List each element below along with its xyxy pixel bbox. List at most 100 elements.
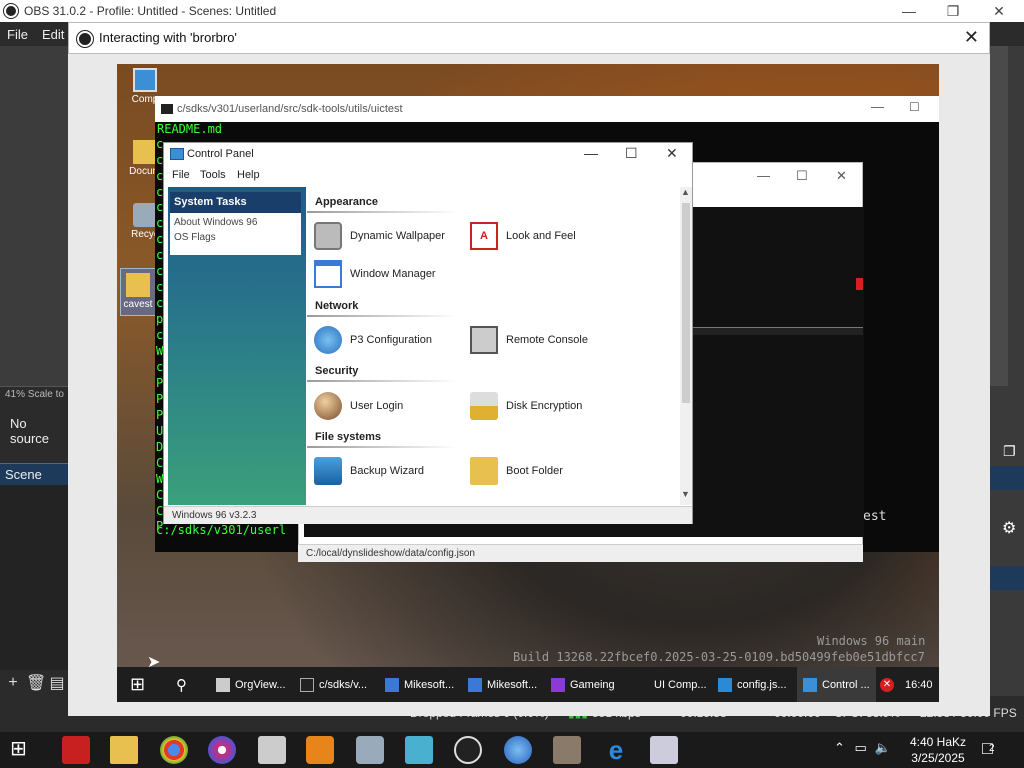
app-paint-icon[interactable] (356, 736, 384, 764)
obs-right-selected-item-2[interactable] (990, 566, 1024, 590)
window-icon (314, 260, 342, 288)
notification-icon[interactable]: □ 2 (982, 738, 995, 759)
cp-item-user-login[interactable]: User Login (314, 392, 403, 420)
scroll-down-icon[interactable]: ▼ (681, 489, 690, 499)
clock-time: 4:40 HaKz (909, 735, 967, 749)
add-icon[interactable]: + (4, 674, 22, 692)
close-icon[interactable]: ✕ (976, 0, 1022, 22)
w96-task-terminal[interactable]: c/sdks/v... (300, 667, 367, 702)
network-icon[interactable]: ▭ (855, 740, 867, 755)
terminal-titlebar[interactable]: c/sdks/v301/userland/src/sdk-tools/utils… (155, 96, 939, 122)
cp-item-boot-folder[interactable]: Boot Folder (470, 457, 563, 485)
control-panel-icon (170, 148, 184, 160)
internet-explorer-icon[interactable]: e (602, 736, 630, 764)
obs-preview-area (0, 46, 68, 386)
file-explorer-icon[interactable] (110, 736, 138, 764)
app-search-orange-icon[interactable] (306, 736, 334, 764)
maximize-icon[interactable]: ☐ (625, 145, 638, 162)
cp-menu-tools[interactable]: Tools (200, 169, 226, 181)
w96-start-icon[interactable]: ⊞ (130, 667, 145, 702)
volume-icon[interactable]: 🔈 (874, 740, 890, 755)
w96-task-config[interactable]: config.js... (718, 667, 787, 702)
error-icon[interactable]: ✕ (880, 677, 894, 692)
close-icon[interactable]: ✕ (836, 168, 847, 184)
cp-menu-help[interactable]: Help (237, 169, 260, 181)
control-panel-titlebar[interactable]: Control Panel — ☐ ✕ (164, 143, 692, 167)
scene-list-item[interactable]: Scene (0, 463, 68, 485)
terminal-prompt[interactable]: c:/sdks/v301/userl (156, 523, 286, 537)
obs-app-icon[interactable] (454, 736, 482, 764)
folder-icon (126, 273, 150, 297)
app-red-icon[interactable] (62, 736, 90, 764)
app-swirl-icon[interactable] (208, 736, 236, 764)
task-about-windows[interactable]: About Windows 96 (174, 217, 297, 228)
obs-window-title: OBS 31.0.2 - Profile: Untitled - Scenes:… (24, 4, 277, 18)
minimize-icon[interactable]: — (871, 99, 884, 114)
backup-icon (314, 457, 342, 485)
folder-icon (470, 457, 498, 485)
cp-item-look-and-feel[interactable]: A Look and Feel (470, 222, 576, 250)
minimize-icon[interactable]: — (584, 145, 598, 161)
maximize-icon[interactable]: ☐ (796, 168, 808, 184)
w96-search-icon[interactable]: ⚲ (176, 667, 187, 702)
windows-start-icon[interactable]: ⊞ (10, 736, 38, 764)
app-book-icon[interactable] (405, 736, 433, 764)
restore-icon[interactable]: ❐ (930, 0, 976, 22)
w96-task-mikesoft-2[interactable]: Mikesoft... (468, 667, 537, 702)
dock-icon[interactable]: ❐ (1003, 443, 1021, 461)
task-os-flags[interactable]: OS Flags (174, 232, 297, 243)
recycle-bin-icon (133, 203, 157, 227)
speaker-icon (314, 222, 342, 250)
cp-item-p3-configuration[interactable]: P3 Configuration (314, 326, 432, 354)
obs-logo-icon (76, 30, 94, 48)
cp-item-backup-wizard[interactable]: Backup Wizard (314, 457, 424, 485)
chevron-up-icon[interactable]: ⌃ (834, 740, 845, 755)
obs-right-strip (990, 46, 1008, 386)
taskbar-clock[interactable]: 4:40 HaKz 3/25/2025 (904, 734, 972, 766)
system-tasks-header: System Tasks (170, 192, 301, 213)
control-panel-scrollbar[interactable]: ▲ ▼ (680, 187, 692, 505)
dialog-close-button[interactable]: ✕ (964, 27, 979, 48)
w96-task-ui-comp[interactable]: UI Comp... (654, 667, 707, 702)
folder-icon (133, 140, 157, 164)
filter-icon[interactable]: ▤ (48, 673, 66, 693)
network-computer-icon (470, 326, 498, 354)
w96-clock: 16:40 (905, 678, 933, 691)
obs-logo-icon (3, 3, 19, 19)
clock-date: 3/25/2025 (911, 751, 965, 765)
menu-edit[interactable]: Edit (35, 27, 71, 42)
maximize-icon[interactable]: ☐ (909, 100, 920, 114)
trash-icon[interactable]: 🗑 (26, 673, 46, 693)
gear-icon[interactable]: ⚙ (1002, 518, 1016, 538)
desktop-icon-cavest[interactable]: cavest (120, 268, 156, 316)
scrollbar-thumb[interactable] (682, 203, 690, 403)
obs-menubar: File Edit (0, 22, 68, 46)
w96-task-control-panel[interactable]: Control ... (797, 667, 876, 702)
w96-task-orgview[interactable]: OrgView... (216, 667, 286, 702)
minimize-icon[interactable]: — (886, 0, 932, 22)
w96-task-gameing[interactable]: Gameing (551, 667, 615, 702)
close-icon[interactable]: ✕ (666, 145, 678, 162)
terminal-title: c/sdks/v301/userland/src/sdk-tools/utils… (177, 103, 403, 115)
cp-item-disk-encryption[interactable]: Disk Encryption (470, 392, 582, 420)
w96-task-mikesoft-1[interactable]: Mikesoft... (385, 667, 454, 702)
cp-item-remote-console[interactable]: Remote Console (470, 326, 588, 354)
app-icon (551, 677, 565, 692)
app-globe-icon[interactable] (504, 736, 532, 764)
app-calculator-icon[interactable] (258, 736, 286, 764)
cp-item-window-manager[interactable]: Window Manager (314, 260, 436, 288)
app-window-icon[interactable] (650, 736, 678, 764)
app-people-icon[interactable] (553, 736, 581, 764)
obs-right-selected-item[interactable] (990, 466, 1024, 490)
terminal-icon (161, 104, 173, 114)
control-panel-menubar: File Tools Help (164, 167, 692, 185)
scroll-up-icon[interactable]: ▲ (681, 187, 690, 197)
menu-file[interactable]: File (0, 27, 35, 42)
control-panel-title: Control Panel (187, 148, 254, 160)
minimize-icon[interactable]: — (757, 168, 770, 183)
chrome-icon[interactable] (160, 736, 188, 764)
mouse-cursor-icon: ➤ (147, 654, 161, 671)
cp-item-dynamic-wallpaper[interactable]: Dynamic Wallpaper (314, 222, 445, 250)
scene-toolbar: + 🗑 ▤ (0, 670, 68, 696)
cp-menu-file[interactable]: File (172, 169, 190, 181)
